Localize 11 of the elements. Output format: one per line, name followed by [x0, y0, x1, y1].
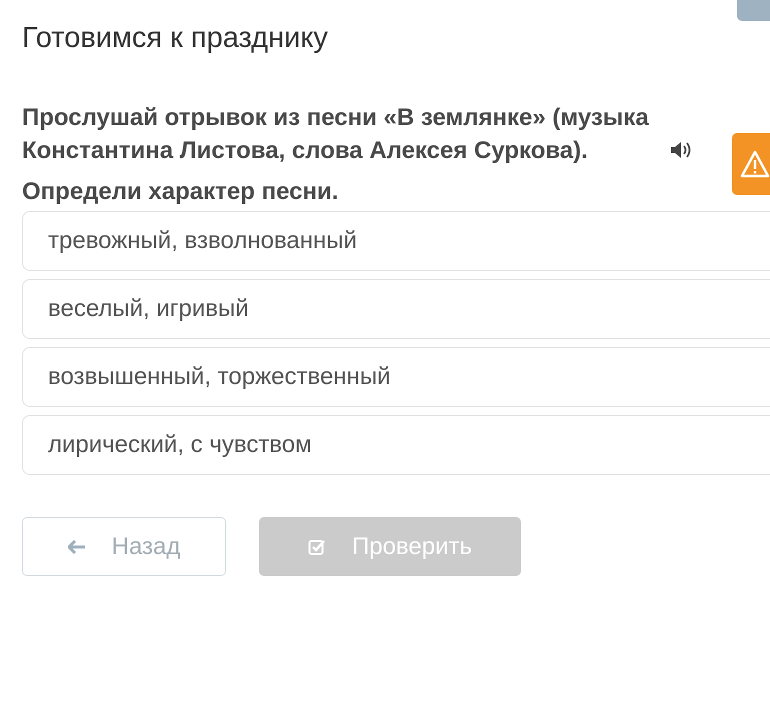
speaker-icon[interactable]	[670, 141, 692, 159]
arrow-left-icon	[68, 540, 86, 554]
question-text: Прослушай отрывок из песни «В землянке» (музыка Константина Листова, слова Алексея Суркова).	[22, 103, 650, 166]
question-prompt: Определи характер песни.	[22, 177, 340, 207]
answer-option[interactable]: веселый, игривый	[22, 279, 770, 339]
page-title: Готовимся к празднику	[22, 21, 328, 55]
answer-option[interactable]: тревожный, взволнованный	[22, 211, 770, 271]
answer-option[interactable]: лирический, с чувством	[22, 415, 770, 475]
answer-option[interactable]: возвышенный, торжественный	[22, 347, 770, 407]
checkbox-icon	[308, 538, 326, 556]
warning-icon	[740, 150, 770, 178]
